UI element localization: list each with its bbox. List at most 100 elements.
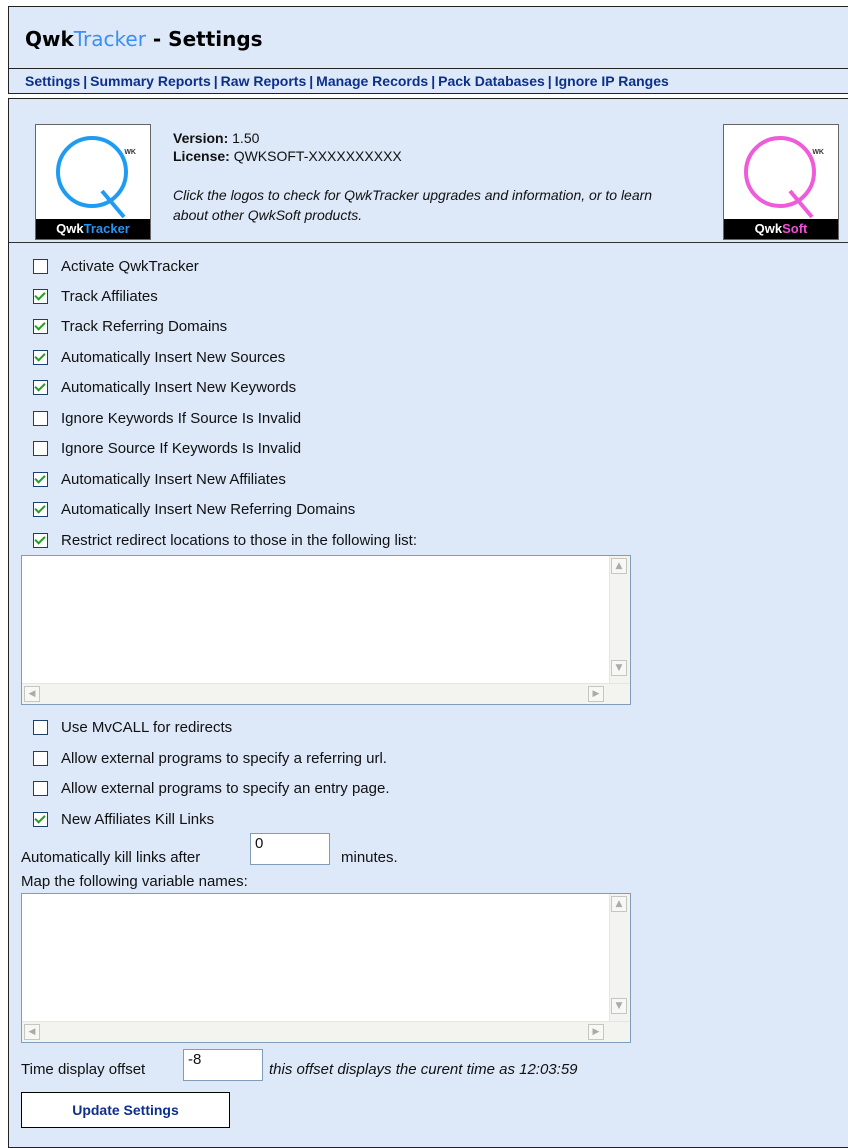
nav-summary-reports[interactable]: Summary Reports [90,73,211,89]
scroll-down-icon[interactable]: ▼ [611,660,627,676]
checkbox[interactable] [33,318,48,334]
qwktracker-logo[interactable]: WK QwkTracker [35,124,151,240]
version-label: Version: [173,130,229,146]
logo-qwk-text: Qwk [754,221,783,236]
scroll-left-icon[interactable]: ◀ [24,686,40,702]
title-tracker: Tracker [73,27,146,51]
nav-separator: | [431,73,436,89]
option-ignore-keywords[interactable]: Ignore Keywords If Source Is Invalid [33,407,301,429]
option-label: Ignore Source If Keywords Is Invalid [61,439,302,457]
map-variables-label: Map the following variable names: [21,873,248,890]
option-label: New Affiliates Kill Links [61,810,215,828]
option-label: Automatically Insert New Affiliates [61,470,286,488]
option-label: Use MvCALL for redirects [61,718,233,736]
checkbox[interactable] [33,501,48,517]
header-panel: QwkTracker - Settings Settings | Summary R… [8,6,848,94]
option-label: Restrict redirect locations to those in … [61,531,417,549]
option-label: Ignore Keywords If Source Is Invalid [61,409,302,427]
option-label: Track Referring Domains [61,317,228,335]
option-activate-qwktracker[interactable]: Activate QwkTracker [33,255,199,277]
logo-bar: QwkTracker [36,219,150,239]
kill-links-minutes-input[interactable]: 0 [250,833,330,865]
option-external-referring-url[interactable]: Allow external programs to specify a ref… [33,747,387,769]
option-insert-new-sources[interactable]: Automatically Insert New Sources [33,346,285,368]
title-qwk: Qwk [25,27,74,51]
update-settings-button[interactable]: Update Settings [21,1092,230,1128]
checkbox[interactable] [33,719,48,735]
checkbox[interactable] [33,780,48,796]
checkbox[interactable] [33,532,48,548]
checkbox[interactable] [33,811,48,827]
nav-separator: | [213,73,218,89]
map-variables-textarea[interactable]: ▲ ▼ ◀ ▶ [21,893,631,1043]
scroll-up-icon[interactable]: ▲ [611,896,627,912]
option-label: Automatically Insert New Keywords [61,378,297,396]
horizontal-scrollbar[interactable]: ◀ ▶ [22,1021,630,1042]
option-ignore-source[interactable]: Ignore Source If Keywords Is Invalid [33,437,301,459]
scroll-up-icon[interactable]: ▲ [611,558,627,574]
minutes-label: minutes. [341,849,398,866]
time-offset-input[interactable]: -8 [183,1049,263,1081]
logo-note: Click the logos to check for QwkTracker … [173,187,653,223]
option-label: Allow external programs to specify an en… [61,779,390,797]
checkbox[interactable] [33,410,48,426]
logo-qwk-text: Qwk [56,221,84,236]
vertical-scrollbar[interactable]: ▲ ▼ [609,556,630,686]
logo-soft-text: Soft [782,221,808,236]
option-track-affiliates[interactable]: Track Affiliates [33,285,158,307]
version-info: Version: 1.50 License: QWKSOFT-XXXXXXXXX… [173,129,673,225]
checkbox[interactable] [33,288,48,304]
nav-separator: | [83,73,88,89]
nav-settings[interactable]: Settings [25,73,80,89]
logo-wk-mark: WK [812,149,824,156]
qwktracker-q-icon [56,136,128,219]
scroll-down-icon[interactable]: ▼ [611,998,627,1014]
nav-bar: Settings | Summary Reports | Raw Reports | Man… [9,68,848,95]
logo-wk-mark: WK [124,149,136,156]
option-external-entry-page[interactable]: Allow external programs to specify an en… [33,777,390,799]
checkbox[interactable] [33,258,48,274]
scroll-right-icon[interactable]: ▶ [588,1024,604,1040]
qwksoft-q-icon [744,136,816,219]
redirect-locations-textarea[interactable]: ▲ ▼ ◀ ▶ [21,555,631,705]
page-title: QwkTracker - Settings [25,27,263,51]
checkbox[interactable] [33,440,48,456]
logo-tracker-text: Tracker [83,221,130,236]
nav-raw-reports[interactable]: Raw Reports [221,73,307,89]
option-track-referring-domains[interactable]: Track Referring Domains [33,315,227,337]
horizontal-scrollbar[interactable]: ◀ ▶ [22,683,630,704]
checkbox[interactable] [33,750,48,766]
version-value: 1.50 [232,130,260,146]
option-label: Automatically Insert New Referring Domai… [61,500,356,518]
option-label: Allow external programs to specify a ref… [61,749,387,767]
time-offset-note: this offset displays the curent time as … [269,1061,578,1078]
settings-panel: WK QwkTracker Version: 1.50 License: QWK… [8,98,848,1148]
option-new-affiliates-kill-links[interactable]: New Affiliates Kill Links [33,808,214,830]
option-label: Track Affiliates [61,287,158,305]
option-insert-new-referring-domains[interactable]: Automatically Insert New Referring Domai… [33,498,355,520]
license-value: QWKSOFT-XXXXXXXXXX [233,148,402,164]
license-label: License: [173,148,230,164]
option-label: Automatically Insert New Sources [61,348,286,366]
option-restrict-redirects[interactable]: Restrict redirect locations to those in … [33,529,417,551]
checkbox[interactable] [33,471,48,487]
checkbox[interactable] [33,379,48,395]
vertical-scrollbar[interactable]: ▲ ▼ [609,894,630,1024]
option-use-mvcall[interactable]: Use MvCALL for redirects [33,716,232,738]
title-settings: - Settings [145,27,263,51]
divider [9,242,848,243]
scroll-left-icon[interactable]: ◀ [24,1024,40,1040]
qwksoft-logo[interactable]: WK QwkSoft [723,124,839,240]
time-offset-label: Time display offset [21,1061,146,1078]
option-insert-new-keywords[interactable]: Automatically Insert New Keywords [33,376,296,398]
nav-manage-records[interactable]: Manage Records [316,73,428,89]
nav-ignore-ip-ranges[interactable]: Ignore IP Ranges [555,73,669,89]
nav-separator: | [309,73,314,89]
scroll-right-icon[interactable]: ▶ [588,686,604,702]
nav-separator: | [547,73,552,89]
kill-links-label: Automatically kill links after [21,849,201,866]
checkbox[interactable] [33,349,48,365]
option-label: Activate QwkTracker [61,257,199,275]
nav-pack-databases[interactable]: Pack Databases [438,73,545,89]
option-insert-new-affiliates[interactable]: Automatically Insert New Affiliates [33,468,286,490]
